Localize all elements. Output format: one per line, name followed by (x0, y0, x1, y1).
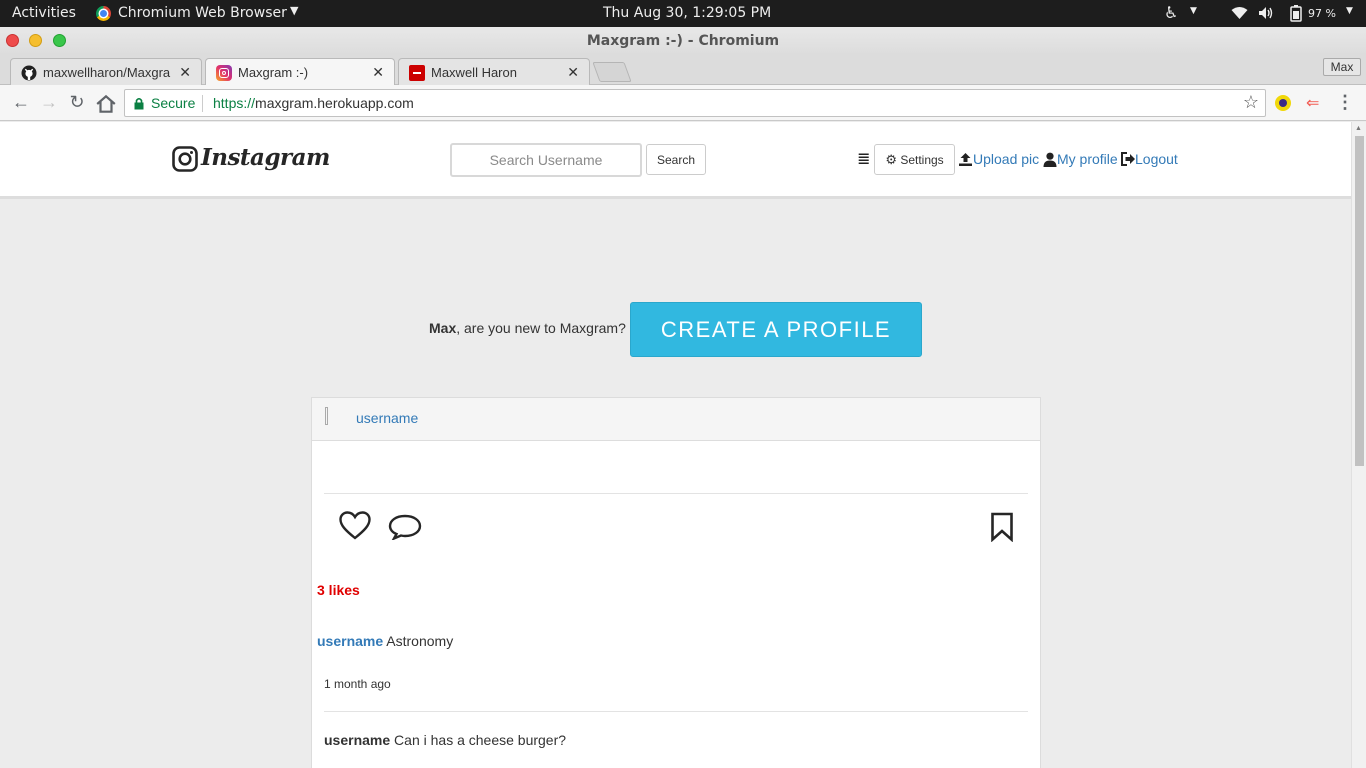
close-tab-icon[interactable]: ✕ (179, 64, 191, 81)
logout-link[interactable]: Logout (1135, 151, 1178, 167)
likes-count: 3 likes (317, 582, 360, 598)
omnibox-separator (202, 95, 203, 112)
new-user-prompt: Max, are you new to Maxgram? (429, 320, 626, 336)
activities-button[interactable]: Activities (12, 5, 76, 21)
comment-text: Can i has a cheese burger? (394, 732, 567, 748)
app-menu[interactable]: Chromium Web Browser (118, 5, 287, 21)
accessibility-menu-arrow-icon[interactable]: ▼ (1190, 6, 1197, 16)
brand-wordmark[interactable]: Instagram (201, 144, 330, 171)
wifi-icon[interactable] (1231, 6, 1248, 20)
user-icon[interactable] (1043, 152, 1057, 167)
tab-label: maxwellharon/Maxgra (43, 65, 171, 80)
search-input[interactable] (450, 143, 642, 177)
tab-maxgram[interactable]: Maxgram :-) ✕ (205, 58, 395, 86)
extension-moon-icon[interactable] (1275, 95, 1291, 111)
tab-label: Maxgram :-) (238, 65, 309, 80)
search-button[interactable]: Search (646, 144, 706, 175)
system-top-bar: Activities Chromium Web Browser ▼ Thu Au… (0, 0, 1366, 27)
page-viewport: Instagram Search ≣ ⚙ Settings Upload pic… (0, 122, 1351, 768)
instagram-icon (216, 65, 232, 81)
instagram-logo-icon[interactable] (172, 146, 198, 172)
battery-icon[interactable] (1290, 5, 1302, 22)
home-icon[interactable] (95, 93, 117, 115)
lock-icon (134, 97, 144, 110)
reload-icon[interactable]: ↻ (66, 91, 88, 113)
upload-pic-link[interactable]: Upload pic (973, 151, 1039, 167)
prompt-username: Max (429, 320, 457, 336)
browser-toolbar: ← → ↻ Secure https://maxgram.herokuapp.c… (0, 85, 1366, 121)
menu-icon[interactable]: ⋮ (1334, 91, 1356, 113)
prompt-question: , are you new to Maxgram? (456, 320, 626, 336)
post-header: username (312, 398, 1040, 441)
github-icon (21, 65, 37, 81)
create-profile-button[interactable]: CREATE A PROFILE (630, 302, 922, 357)
upload-icon[interactable] (958, 152, 973, 167)
comment-icon[interactable] (388, 514, 422, 540)
my-profile-link[interactable]: My profile (1057, 151, 1118, 167)
caption-text: Astronomy (386, 633, 454, 649)
back-icon[interactable]: ← (10, 91, 32, 113)
bookmark-icon[interactable] (990, 512, 1014, 542)
tab-label: Maxwell Haron (431, 65, 517, 80)
system-menu-arrow-icon[interactable]: ▼ (1346, 6, 1353, 16)
url-text[interactable]: https://maxgram.herokuapp.com (213, 95, 414, 111)
tab-strip: maxwellharon/Maxgra ✕ Maxgram :-) ✕ Maxw… (0, 55, 1366, 86)
profile-badge[interactable]: Max (1323, 58, 1361, 76)
tab-github[interactable]: maxwellharon/Maxgra ✕ (10, 58, 202, 85)
post-timestamp: 1 month ago (324, 677, 391, 691)
avatar[interactable] (325, 407, 328, 425)
site-icon (409, 65, 425, 81)
logout-icon[interactable] (1121, 152, 1136, 166)
secure-label: Secure (151, 95, 196, 111)
window-title: Maxgram :-) - Chromium (586, 33, 780, 49)
clock[interactable]: Thu Aug 30, 1:29:05 PM (603, 5, 771, 21)
window-title-bar[interactable]: Maxgram :-) - Chromium (0, 27, 1366, 55)
caption-username-link[interactable]: username (317, 633, 383, 649)
page-scrollbar[interactable]: ▲ (1351, 122, 1366, 768)
bookmark-star-icon[interactable]: ☆ (1243, 92, 1259, 113)
post-caption: username Astronomy (317, 633, 453, 649)
list-menu-icon[interactable]: ≣ (857, 149, 870, 169)
post-author-link[interactable]: username (356, 410, 418, 426)
post-divider (324, 493, 1028, 494)
volume-icon[interactable] (1258, 6, 1274, 20)
extension-ublock-icon[interactable]: ⇐ (1306, 93, 1319, 113)
app-menu-arrow-icon[interactable]: ▼ (290, 4, 298, 17)
gear-icon: ⚙ (885, 151, 897, 167)
heart-icon[interactable] (339, 511, 371, 540)
comments-divider (324, 711, 1028, 712)
new-tab-button[interactable] (592, 62, 632, 82)
settings-button[interactable]: ⚙ Settings (874, 144, 955, 175)
comment-item: username Can i has a cheese burger? (324, 732, 566, 748)
comment-username[interactable]: username (324, 732, 390, 748)
scroll-up-icon[interactable]: ▲ (1355, 125, 1362, 132)
site-navbar: Instagram Search ≣ ⚙ Settings Upload pic… (0, 122, 1351, 199)
post-card: username 3 likes username Astronomy 1 mo… (311, 397, 1041, 768)
settings-label: Settings (900, 152, 944, 167)
close-tab-icon[interactable]: ✕ (372, 64, 384, 81)
accessibility-icon[interactable]: ♿ (1164, 3, 1178, 22)
address-bar[interactable]: Secure https://maxgram.herokuapp.com ☆ (124, 89, 1266, 117)
chromium-icon (96, 6, 111, 21)
scrollbar-thumb[interactable] (1355, 136, 1364, 466)
tab-maxwell-haron[interactable]: Maxwell Haron ✕ (398, 58, 590, 85)
close-tab-icon[interactable]: ✕ (567, 64, 579, 81)
battery-percentage[interactable]: 97 % (1308, 7, 1336, 20)
forward-icon[interactable]: → (38, 91, 60, 113)
